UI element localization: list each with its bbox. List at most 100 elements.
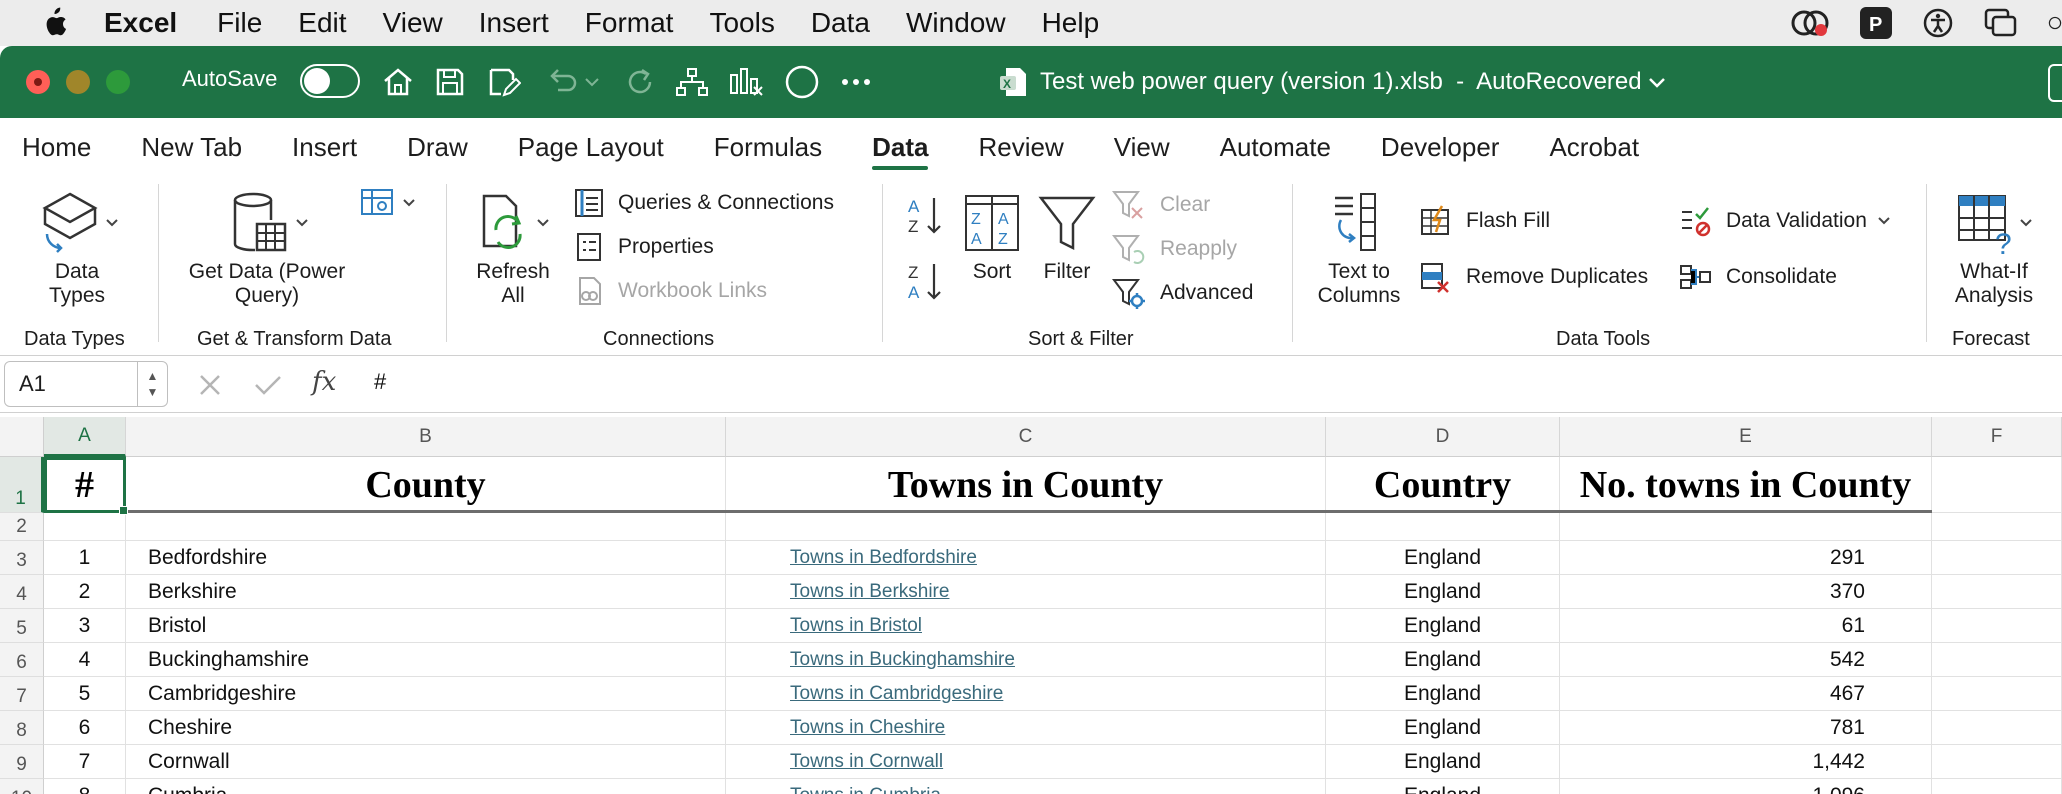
tab-data[interactable]: Data xyxy=(872,118,929,176)
cell-town-count[interactable]: 1,096 xyxy=(1560,779,1932,794)
column-header-a[interactable]: A xyxy=(44,417,126,457)
tab-automate[interactable]: Automate xyxy=(1220,118,1331,176)
menu-file[interactable]: File xyxy=(217,7,262,39)
chart-filter-icon[interactable] xyxy=(726,62,766,102)
cell-town-count[interactable]: 542 xyxy=(1560,643,1932,676)
cell-number[interactable]: 4 xyxy=(44,643,126,676)
home-icon[interactable] xyxy=(378,62,418,102)
cell-towns-link[interactable]: Towns in Cambridgeshire xyxy=(726,677,1326,710)
column-header-e[interactable]: E xyxy=(1560,417,1932,457)
zoom-window-button[interactable] xyxy=(106,70,130,94)
menu-edit[interactable]: Edit xyxy=(298,7,346,39)
menu-format[interactable]: Format xyxy=(585,7,674,39)
cell-towns-link[interactable]: Towns in Cumbria xyxy=(726,779,1326,794)
cell-county[interactable]: Cheshire xyxy=(126,711,726,744)
sort-button[interactable]: ZAAZ Sort xyxy=(960,190,1024,284)
queries-connections-button[interactable]: Queries & Connections xyxy=(574,188,834,218)
cell-e1[interactable]: No. towns in County xyxy=(1560,457,1932,512)
menu-data[interactable]: Data xyxy=(811,7,870,39)
autosave-toggle[interactable] xyxy=(300,64,360,98)
text-to-columns-button[interactable]: Text to Columns xyxy=(1312,190,1406,308)
cell-country[interactable]: England xyxy=(1326,745,1560,778)
column-header-f[interactable]: F xyxy=(1932,417,2062,457)
close-window-button[interactable] xyxy=(26,70,50,94)
cancel-entry-icon[interactable] xyxy=(194,369,226,401)
data-types-button[interactable]: Data Types xyxy=(22,190,132,308)
remove-duplicates-button[interactable]: Remove Duplicates xyxy=(1418,260,1648,294)
what-if-analysis-button[interactable]: ? What-If Analysis xyxy=(1944,190,2044,308)
tab-review[interactable]: Review xyxy=(978,118,1063,176)
cell-number[interactable]: 1 xyxy=(44,541,126,574)
cell-county[interactable]: Cumbria xyxy=(126,779,726,794)
save-icon[interactable] xyxy=(430,62,470,102)
row-header-2[interactable]: 2 xyxy=(0,513,44,541)
get-data-button[interactable]: Get Data (Power Query) xyxy=(182,190,352,308)
cell[interactable] xyxy=(1932,745,2062,778)
flash-fill-button[interactable]: Flash Fill xyxy=(1418,204,1550,238)
sort-ascending-button[interactable]: AZ xyxy=(906,194,946,243)
cell-towns-link[interactable]: Towns in Bedfordshire xyxy=(726,541,1326,574)
consolidate-button[interactable]: Consolidate xyxy=(1678,260,1837,294)
record-circle-icon[interactable] xyxy=(782,62,822,102)
cell-country[interactable]: England xyxy=(1326,575,1560,608)
apple-logo-icon[interactable] xyxy=(40,7,70,39)
pixelmator-icon[interactable]: P xyxy=(1860,7,1892,39)
from-picture-button[interactable] xyxy=(360,188,430,218)
refresh-all-button[interactable]: Refresh All xyxy=(468,190,558,308)
cell-towns-link[interactable]: Towns in Bristol xyxy=(726,609,1326,642)
row-header-6[interactable]: 6 xyxy=(0,643,44,677)
fill-handle[interactable] xyxy=(119,506,128,515)
cell-town-count[interactable]: 291 xyxy=(1560,541,1932,574)
data-validation-button[interactable]: Data Validation xyxy=(1678,204,1891,238)
name-box-stepper-icon[interactable]: ▲ ▼ xyxy=(137,362,167,406)
row-header-7[interactable]: 7 xyxy=(0,677,44,711)
advanced-filter-button[interactable]: Advanced xyxy=(1112,276,1253,310)
filter-button[interactable]: Filter xyxy=(1036,190,1098,284)
cell-country[interactable]: England xyxy=(1326,609,1560,642)
cell-country[interactable]: England xyxy=(1326,541,1560,574)
cell-number[interactable]: 3 xyxy=(44,609,126,642)
minimize-window-button[interactable] xyxy=(66,70,90,94)
name-box[interactable]: A1 ▲ ▼ xyxy=(4,361,168,407)
row-header-4[interactable]: 4 xyxy=(0,575,44,609)
sort-descending-button[interactable]: ZA xyxy=(906,260,946,309)
undo-dropdown-icon[interactable] xyxy=(580,62,604,102)
cell[interactable] xyxy=(1932,779,2062,794)
cell-county[interactable]: Cornwall xyxy=(126,745,726,778)
document-title[interactable]: X Test web power query (version 1).xlsb … xyxy=(1000,62,1666,102)
cell-number[interactable]: 2 xyxy=(44,575,126,608)
menu-help[interactable]: Help xyxy=(1042,7,1100,39)
tab-formulas[interactable]: Formulas xyxy=(714,118,822,176)
menu-window[interactable]: Window xyxy=(906,7,1006,39)
menu-app-name[interactable]: Excel xyxy=(104,7,177,39)
cell[interactable] xyxy=(1932,541,2062,574)
menu-view[interactable]: View xyxy=(383,7,443,39)
undo-icon[interactable] xyxy=(542,62,582,102)
cell-county[interactable]: Cambridgeshire xyxy=(126,677,726,710)
column-header-d[interactable]: D xyxy=(1326,417,1560,457)
cell[interactable] xyxy=(1932,575,2062,608)
save-as-icon[interactable] xyxy=(484,62,524,102)
row-header-9[interactable]: 9 xyxy=(0,745,44,779)
accessibility-icon[interactable] xyxy=(1922,7,1954,39)
cell[interactable] xyxy=(44,513,126,540)
cell-towns-link[interactable]: Towns in Cheshire xyxy=(726,711,1326,744)
column-header-b[interactable]: B xyxy=(126,417,726,457)
cell-number[interactable]: 7 xyxy=(44,745,126,778)
clear-filter-button[interactable]: Clear xyxy=(1112,188,1210,222)
cell-county[interactable]: Bedfordshire xyxy=(126,541,726,574)
select-all-corner[interactable] xyxy=(0,417,44,457)
redo-icon[interactable] xyxy=(620,62,660,102)
cell-town-count[interactable]: 61 xyxy=(1560,609,1932,642)
more-options-icon[interactable] xyxy=(836,62,876,102)
cell[interactable] xyxy=(126,513,726,540)
share-button-partial[interactable] xyxy=(2048,64,2062,102)
cell-f1[interactable] xyxy=(1932,457,2062,512)
cell-town-count[interactable]: 1,442 xyxy=(1560,745,1932,778)
tab-new-tab[interactable]: New Tab xyxy=(141,118,242,176)
cell-towns-link[interactable]: Towns in Berkshire xyxy=(726,575,1326,608)
insert-function-icon[interactable]: fx xyxy=(312,367,336,397)
properties-button[interactable]: Properties xyxy=(574,232,714,262)
row-header-8[interactable]: 8 xyxy=(0,711,44,745)
cell-b1[interactable]: County xyxy=(126,457,726,512)
